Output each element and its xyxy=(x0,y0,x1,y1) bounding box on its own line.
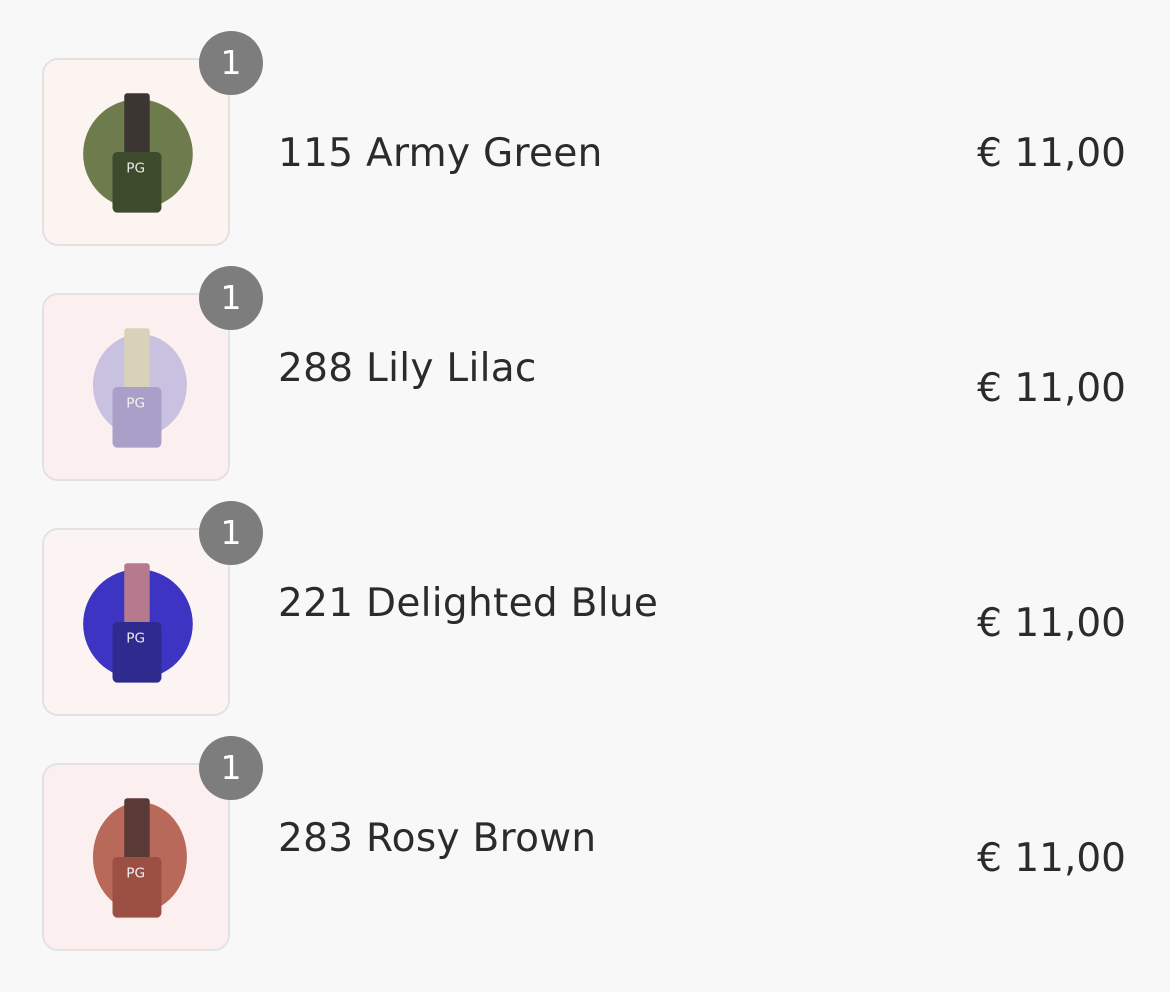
nail-polish-bottle-icon: PG xyxy=(44,295,228,479)
product-thumbnail: PG xyxy=(42,763,230,951)
nail-polish-bottle-icon: PG xyxy=(44,530,228,714)
product-price: € 11,00 xyxy=(977,601,1126,646)
quantity-badge: 1 xyxy=(199,736,263,800)
product-name: 288 Lily Lilac xyxy=(278,346,537,391)
list-item: PG 1 115 Army Green € 11,00 xyxy=(0,31,1170,258)
quantity-badge: 1 xyxy=(199,31,263,95)
nail-polish-bottle-icon: PG xyxy=(44,60,228,244)
list-item: PG 1 221 Delighted Blue € 11,00 xyxy=(0,501,1170,728)
product-thumbnail: PG xyxy=(42,528,230,716)
product-price: € 11,00 xyxy=(977,131,1126,176)
svg-text:PG: PG xyxy=(126,396,145,412)
nail-polish-bottle-icon: PG xyxy=(44,765,228,949)
list-item: PG 1 288 Lily Lilac € 11,00 xyxy=(0,266,1170,493)
product-thumbnail: PG xyxy=(42,58,230,246)
quantity-badge: 1 xyxy=(199,501,263,565)
product-name: 115 Army Green xyxy=(278,131,603,176)
list-item: PG 1 283 Rosy Brown € 11,00 xyxy=(0,736,1170,963)
svg-text:PG: PG xyxy=(126,631,145,647)
product-price: € 11,00 xyxy=(977,366,1126,411)
product-thumbnail: PG xyxy=(42,293,230,481)
order-summary-list: PG 1 115 Army Green € 11,00 PG 1 288 Lil… xyxy=(0,0,1170,992)
product-price: € 11,00 xyxy=(977,836,1126,881)
svg-text:PG: PG xyxy=(126,161,145,177)
product-name: 283 Rosy Brown xyxy=(278,816,597,861)
svg-text:PG: PG xyxy=(126,866,145,882)
product-name: 221 Delighted Blue xyxy=(278,581,659,626)
quantity-badge: 1 xyxy=(199,266,263,330)
